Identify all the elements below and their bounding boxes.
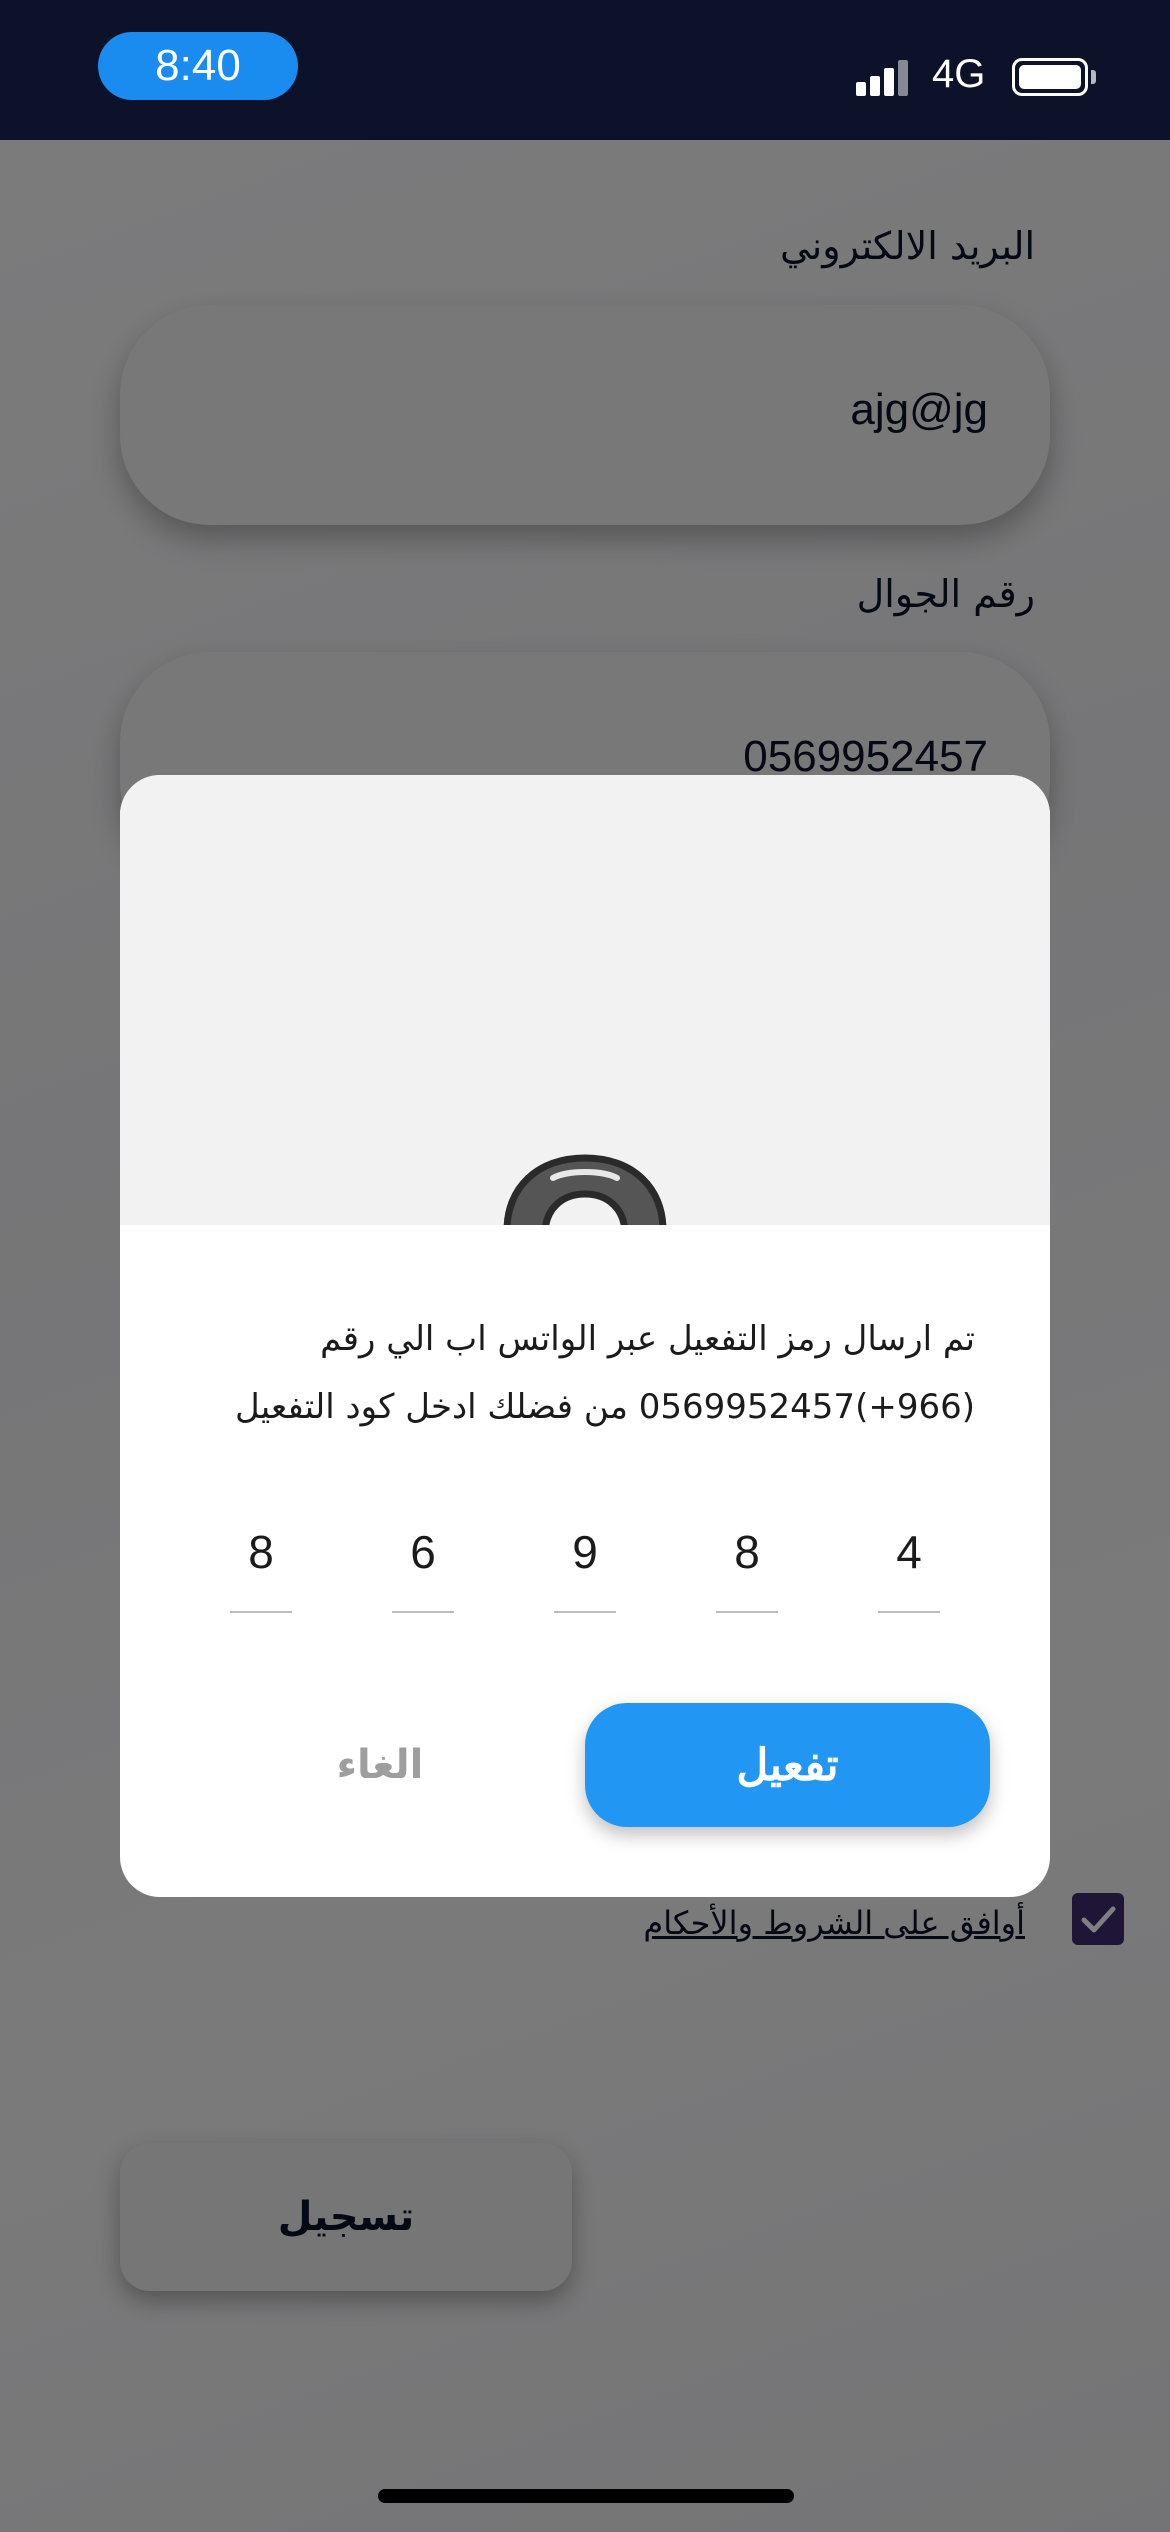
otp-cell[interactable]: 9 [554, 1525, 616, 1625]
otp-digit: 6 [410, 1526, 436, 1578]
otp-underline [230, 1611, 292, 1613]
otp-cell[interactable]: 8 [230, 1525, 292, 1625]
dialog-hero [120, 775, 1050, 1225]
activation-dialog: تم ارسال رمز التفعيل عبر الواتس اب الي ر… [120, 775, 1050, 1897]
dialog-message: تم ارسال رمز التفعيل عبر الواتس اب الي ر… [235, 1319, 975, 1427]
otp-underline [878, 1611, 940, 1613]
otp-underline [716, 1611, 778, 1613]
otp-cell[interactable]: 8 [716, 1525, 778, 1625]
home-indicator[interactable] [378, 2489, 794, 2503]
otp-digit: 4 [896, 1526, 922, 1578]
otp-cell[interactable]: 6 [392, 1525, 454, 1625]
otp-cell[interactable]: 4 [878, 1525, 940, 1625]
cancel-button[interactable]: الغاء [280, 1725, 480, 1805]
otp-digit: 9 [572, 1526, 598, 1578]
otp-underline [554, 1611, 616, 1613]
otp-digit: 8 [734, 1526, 760, 1578]
signal-icon [856, 60, 910, 96]
otp-input[interactable]: 8 6 9 8 4 [230, 1525, 950, 1625]
status-bar: 8:40 4G [0, 0, 1170, 140]
otp-underline [392, 1611, 454, 1613]
status-time: 8:40 [98, 32, 298, 100]
network-type: 4G [932, 52, 986, 96]
lock-icon [503, 1154, 667, 1225]
battery-icon [1012, 58, 1088, 96]
activate-button[interactable]: تفعيل [585, 1703, 990, 1827]
otp-digit: 8 [248, 1526, 274, 1578]
battery-tip [1091, 70, 1096, 84]
